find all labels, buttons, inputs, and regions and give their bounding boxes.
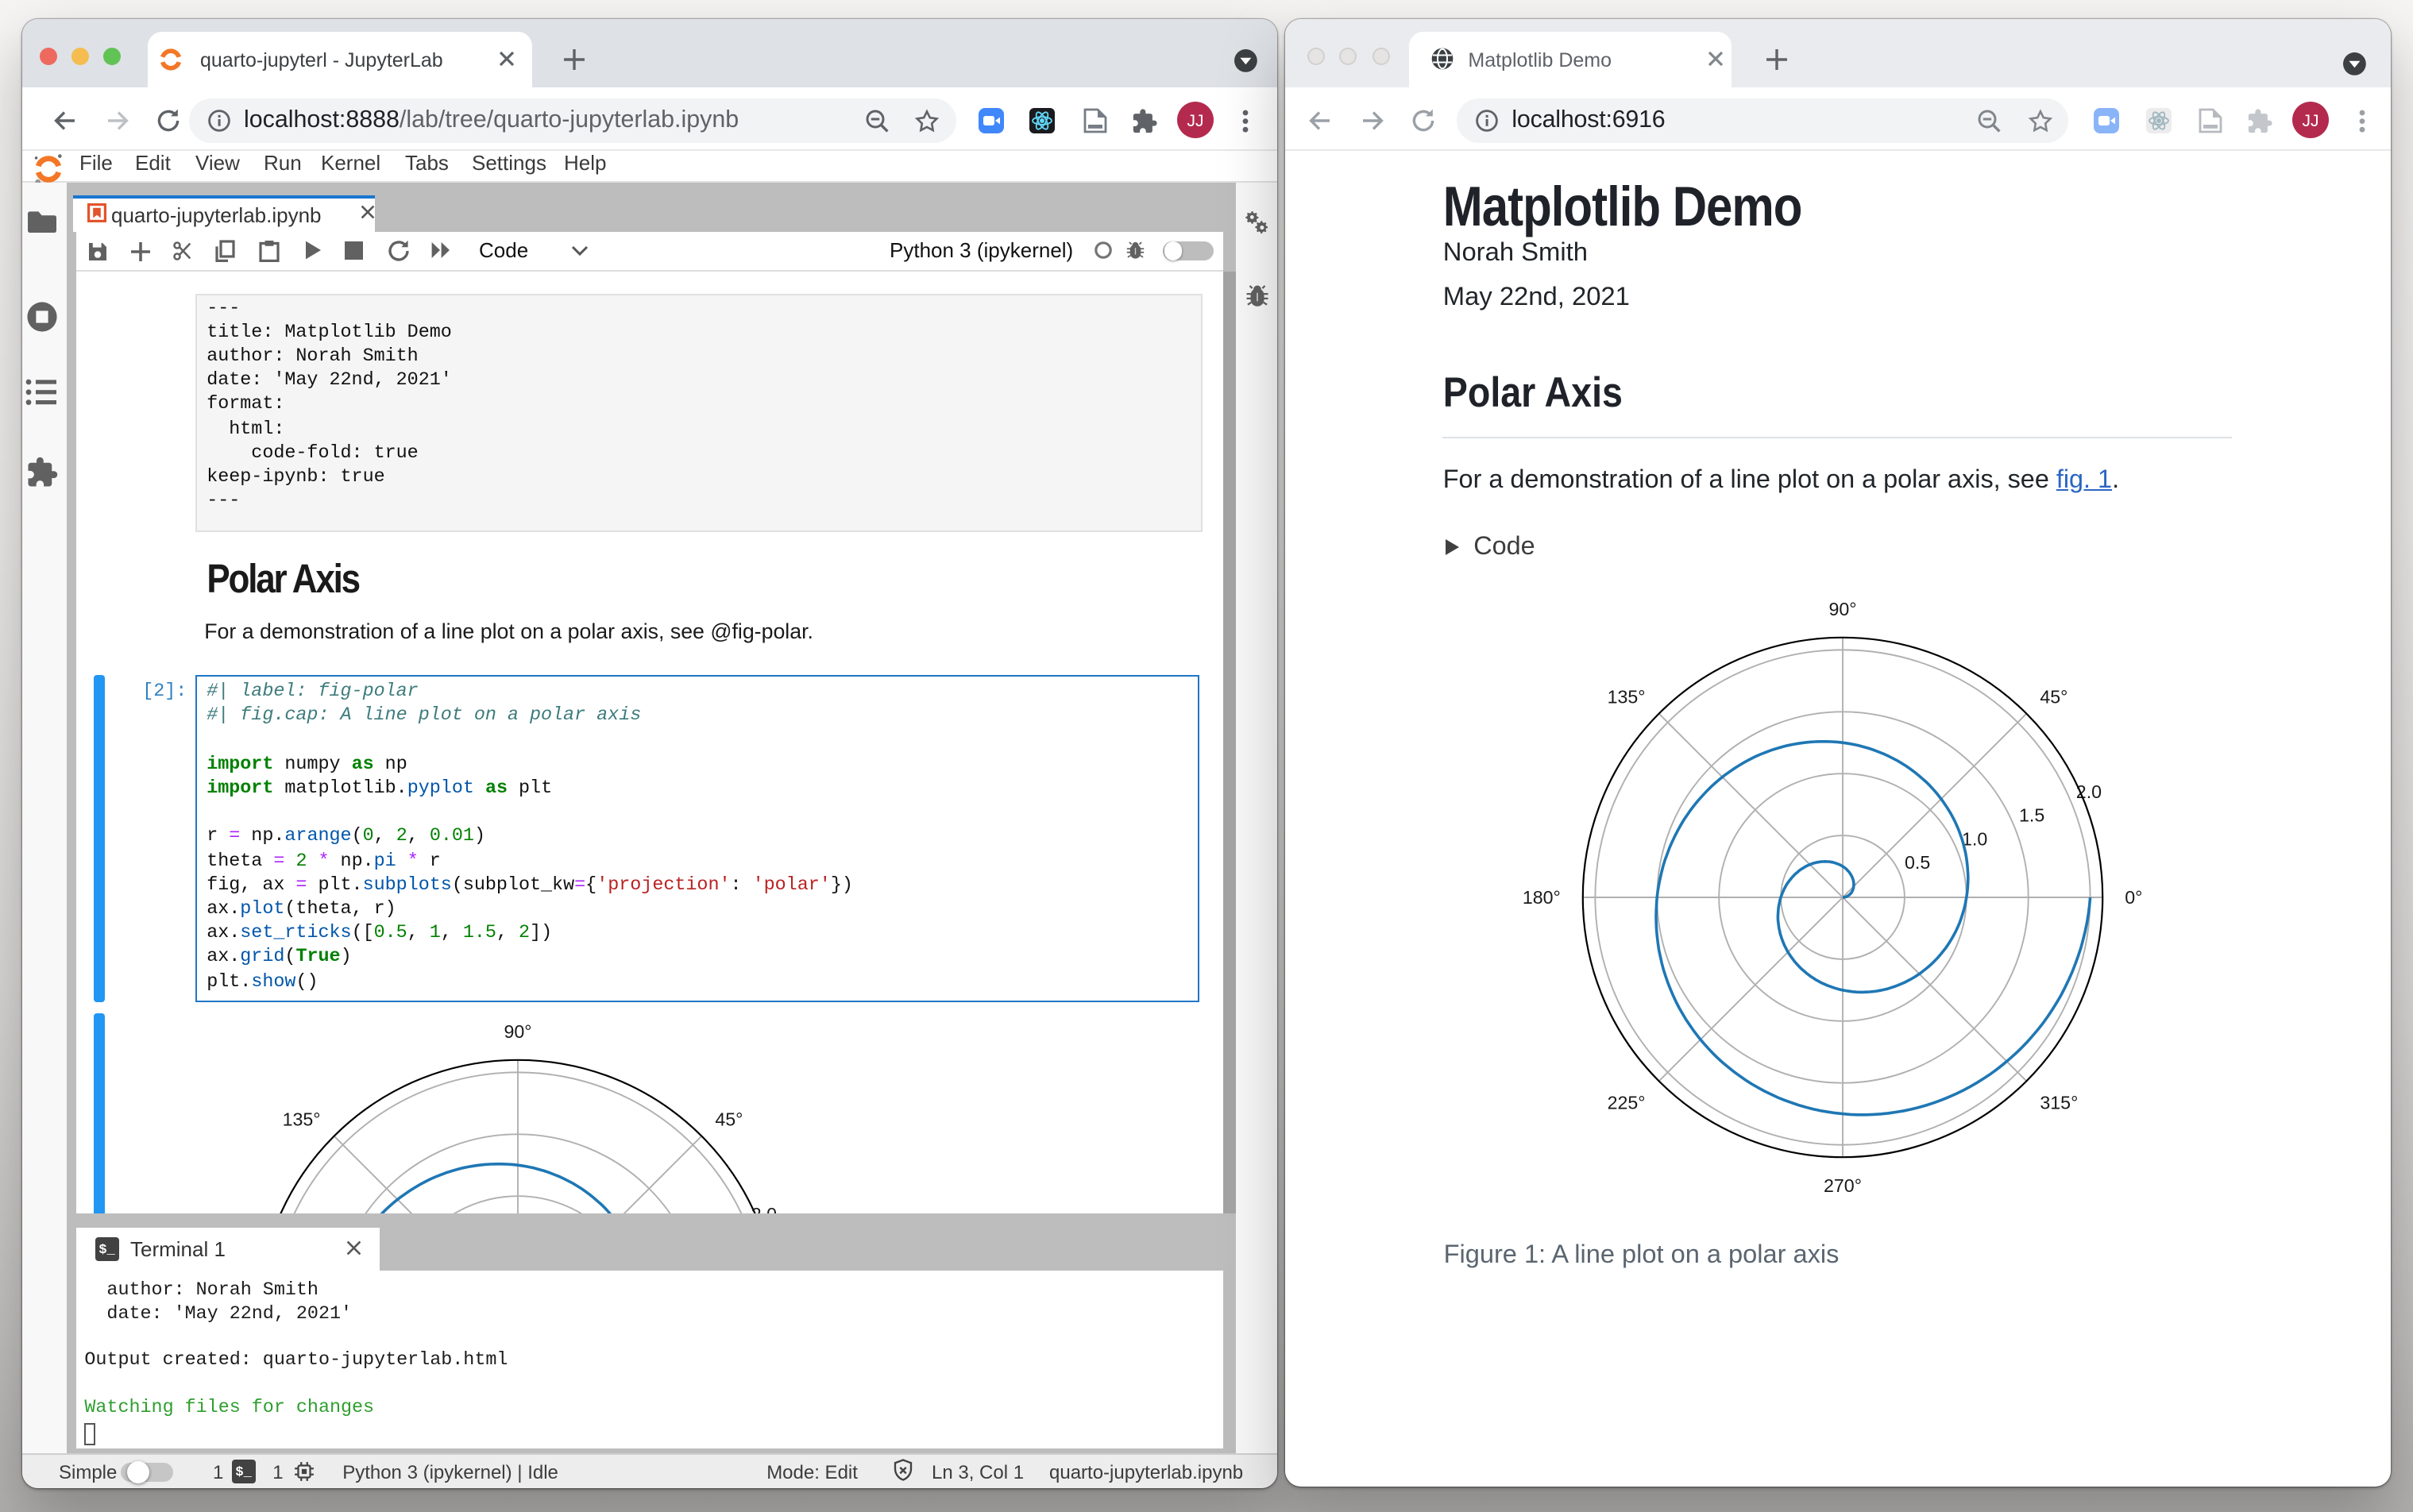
svg-text:135°: 135°: [1608, 687, 1646, 708]
svg-text:270°: 270°: [1824, 1176, 1862, 1197]
svg-text:315°: 315°: [2040, 1093, 2079, 1113]
svg-text:0°: 0°: [2125, 888, 2143, 908]
svg-text:135°: 135°: [283, 1109, 321, 1130]
svg-text:JJ: JJ: [2303, 111, 2319, 129]
svg-text:90°: 90°: [1829, 600, 1857, 620]
svg-text:45°: 45°: [716, 1109, 743, 1130]
svg-text:225°: 225°: [1608, 1093, 1646, 1113]
svg-text:1.0: 1.0: [1962, 829, 1987, 850]
svg-text:90°: 90°: [504, 1021, 532, 1042]
svg-text:45°: 45°: [2040, 687, 2068, 708]
svg-text:JJ: JJ: [1187, 111, 1203, 129]
svg-text:0.5: 0.5: [1905, 853, 1930, 874]
svg-text:1.5: 1.5: [2019, 805, 2044, 826]
svg-text:180°: 180°: [1523, 888, 1561, 908]
